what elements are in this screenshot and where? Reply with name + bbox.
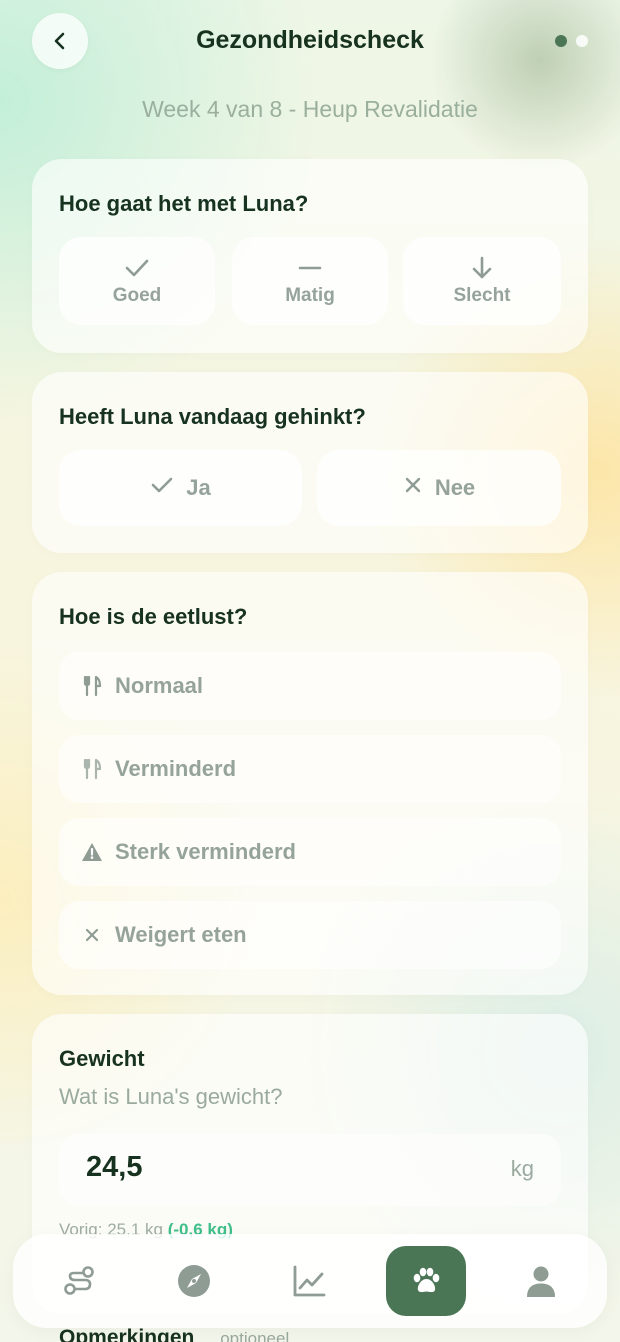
progress-dot-inactive: [576, 35, 588, 47]
page-title: Gezondheidscheck: [196, 26, 424, 54]
remarks-header: Opmerkingen optioneel: [59, 1326, 289, 1342]
appetite-option-label: Normaal: [115, 673, 204, 698]
mood-option-label: Goed: [112, 285, 162, 306]
mood-option-label: Slecht: [453, 285, 511, 306]
weight-title: Gewicht: [59, 1046, 145, 1071]
mood-option-label: Matig: [285, 285, 335, 306]
warning-icon: [81, 842, 103, 862]
remarks-optional-label: optioneel: [220, 1329, 290, 1342]
minus-icon: [297, 255, 323, 281]
weight-question: Wat is Luna's gewicht?: [59, 1084, 283, 1109]
weight-input[interactable]: 24,5 kg: [59, 1134, 561, 1206]
utensils-icon: [81, 758, 103, 780]
appetite-option-strongly-reduced[interactable]: Sterk verminderd: [59, 818, 561, 886]
arrow-down-icon: [469, 255, 495, 281]
mood-question: Hoe gaat het met Luna?: [59, 191, 309, 216]
limp-question: Heeft Luna vandaag gehinkt?: [59, 404, 366, 429]
limp-option-no[interactable]: Nee: [317, 450, 561, 526]
appetite-card: Hoe is de eetlust? Normaal Verminderd St…: [32, 572, 588, 995]
check-icon: [124, 255, 150, 281]
appetite-option-label: Sterk verminderd: [115, 839, 296, 864]
nav-item-stats[interactable]: [269, 1246, 349, 1316]
paw-icon: [413, 1267, 440, 1293]
utensils-icon: [81, 675, 103, 697]
mood-option-moderate[interactable]: Matig: [232, 237, 388, 325]
limp-card: Heeft Luna vandaag gehinkt? Ja Nee: [32, 372, 588, 553]
close-icon: [403, 475, 423, 501]
compass-icon: [178, 1265, 210, 1297]
appetite-question: Hoe is de eetlust?: [59, 604, 248, 629]
progress-dots: [555, 35, 588, 47]
nav-item-route[interactable]: [39, 1246, 119, 1316]
remarks-title: Opmerkingen: [59, 1326, 195, 1342]
limp-option-label: Ja: [186, 475, 211, 500]
bottom-nav: [13, 1234, 607, 1328]
appetite-option-reduced[interactable]: Verminderd: [59, 735, 561, 803]
nav-item-profile[interactable]: [501, 1246, 581, 1316]
close-icon: [81, 927, 103, 943]
route-icon: [64, 1266, 94, 1295]
weight-unit: kg: [510, 1156, 534, 1181]
progress-dot-active: [555, 35, 567, 47]
weight-value: 24,5: [86, 1151, 143, 1183]
user-icon: [527, 1266, 555, 1297]
limp-option-yes[interactable]: Ja: [59, 450, 302, 526]
nav-item-pet[interactable]: [386, 1246, 466, 1316]
chart-icon: [293, 1265, 326, 1297]
appetite-option-label: Weigert eten: [115, 922, 247, 947]
appetite-option-normal[interactable]: Normaal: [59, 652, 561, 720]
mood-option-bad[interactable]: Slecht: [403, 237, 561, 325]
page-subtitle: Week 4 van 8 - Heup Revalidatie: [142, 96, 478, 122]
mood-option-good[interactable]: Goed: [59, 237, 215, 325]
nav-item-explore[interactable]: [154, 1246, 234, 1316]
limp-option-label: Nee: [434, 475, 476, 500]
check-icon: [150, 475, 174, 501]
appetite-option-label: Verminderd: [115, 756, 237, 781]
appetite-option-refuses[interactable]: Weigert eten: [59, 901, 561, 969]
header: Gezondheidscheck: [0, 0, 620, 90]
mood-card: Hoe gaat het met Luna? Goed Matig Slecht: [32, 159, 588, 353]
